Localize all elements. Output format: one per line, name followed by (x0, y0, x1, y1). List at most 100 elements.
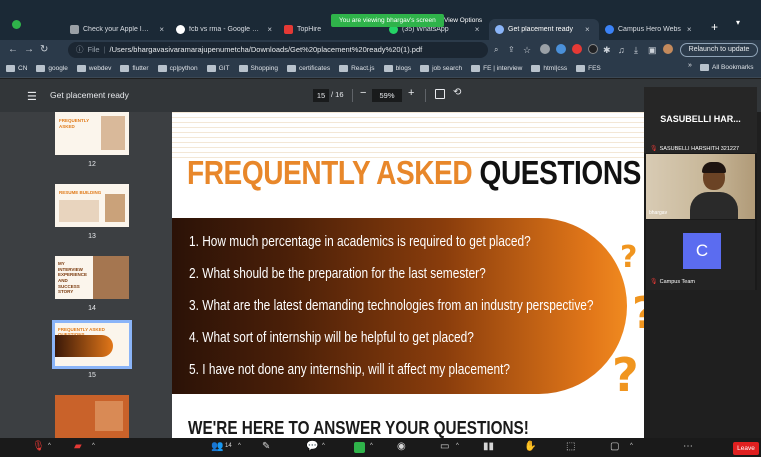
record-icon[interactable]: ◉ (397, 441, 406, 453)
participant-avatar-tile[interactable]: C 🎙 Campus Team (646, 220, 755, 290)
chevron-up-icon[interactable]: ^ (456, 443, 459, 449)
tophire-icon (284, 25, 293, 34)
zoom-in-button[interactable]: + (408, 87, 414, 99)
bookmarks-overflow-button[interactable]: » (688, 62, 692, 69)
question-mark-icon: ? (632, 288, 644, 339)
info-icon[interactable]: ⓘ (76, 45, 84, 54)
extension-icon[interactable] (540, 44, 550, 54)
bookmark-folder[interactable]: FE | interview (471, 65, 522, 72)
zoom-input[interactable]: 59% (372, 89, 402, 102)
media-icon[interactable]: ♫ (618, 43, 625, 57)
extension-icon[interactable] (556, 44, 566, 54)
questions-panel: 1. How much percentage in academics is r… (172, 218, 627, 394)
chat-bubble-icon[interactable]: 💬 (306, 441, 318, 453)
bookmark-folder[interactable]: GIT (206, 65, 230, 72)
bookmark-folder[interactable]: cp|python (157, 65, 198, 72)
puzzle-icon[interactable]: ✱ (603, 43, 611, 57)
chevron-up-icon[interactable]: ^ (322, 443, 325, 449)
bookmark-folder[interactable]: FES (576, 65, 601, 72)
browser-tab[interactable]: TopHire (278, 19, 334, 40)
menu-icon[interactable]: ☰ (27, 90, 37, 103)
participant-video-tile[interactable]: bhargav (646, 154, 755, 219)
browser-tab-active[interactable]: Get placement ready × (489, 19, 599, 40)
page-thumbnail[interactable]: MY INTERVIEW EXPERIENCE AND SUCCESS STOR… (55, 256, 129, 299)
chevron-up-icon[interactable]: ^ (238, 443, 241, 449)
tab-title: TopHire (297, 26, 322, 33)
divider (425, 89, 426, 102)
question-item: 1. How much percentage in academics is r… (189, 234, 531, 250)
bookmark-folder[interactable]: google (36, 65, 68, 72)
bookmark-label: Shopping (250, 65, 278, 72)
bookmark-folder[interactable]: blogs (383, 65, 411, 72)
forward-icon[interactable]: → (24, 43, 34, 57)
extension-icon[interactable] (588, 44, 598, 54)
share-icon[interactable]: ⇪ (508, 43, 515, 57)
chevron-up-icon[interactable]: ^ (48, 443, 51, 449)
apps-icon[interactable]: ⬚ (566, 441, 575, 453)
reload-icon[interactable]: ↻ (40, 43, 48, 57)
bookmark-label: CN (18, 65, 28, 72)
video-person-body (690, 192, 738, 219)
thumbnail-sidebar[interactable]: FREQUENTLY ASKED 12 RESUME BUILDING 13 M… (0, 112, 172, 438)
address-bar[interactable]: ⓘ File |/Users/bhargavasivaramarajupenumet… (68, 42, 488, 58)
chat-icon[interactable]: ✎ (262, 441, 270, 453)
active-speaker-tile[interactable]: SASUBELLI HAR... 🎙 SASUBELLI HARSHITH 321… (644, 87, 757, 153)
back-icon[interactable]: ← (8, 43, 18, 57)
page-thumbnail[interactable]: RESUME BUILDING (55, 184, 129, 227)
leave-button[interactable]: Leave (733, 442, 759, 455)
whiteboard-icon[interactable]: ▢ (610, 441, 619, 453)
rotate-icon[interactable]: ⟲ (453, 87, 461, 98)
reactions-icon[interactable]: ✋ (524, 441, 536, 453)
screen-share-banner: You are viewing bhargav's screen (331, 14, 444, 27)
close-tab-icon[interactable]: × (159, 25, 164, 34)
bookmark-folder[interactable]: webdev (76, 65, 111, 72)
close-tab-icon[interactable]: × (687, 25, 692, 34)
bookmark-folder[interactable]: React.js (339, 65, 375, 72)
page-thumbnail[interactable] (55, 395, 129, 438)
close-tab-icon[interactable]: × (267, 25, 272, 34)
page-total: / 16 (331, 90, 344, 99)
relaunch-button[interactable]: Relaunch to update (680, 43, 758, 57)
zoom-out-button[interactable]: − (360, 87, 366, 99)
extension-icon[interactable] (572, 44, 582, 54)
more-icon[interactable]: ⋯ (683, 441, 693, 453)
all-bookmarks-button[interactable]: All Bookmarks (700, 64, 754, 71)
view-options-button[interactable]: View Options (438, 14, 488, 27)
polls-icon[interactable]: ▮▮ (483, 441, 494, 453)
tab-title: Get placement ready (508, 26, 573, 33)
slide-title-orange: FREQUENTLY ASKED (187, 154, 473, 191)
browser-tab[interactable]: Campus Hero Webs × (599, 19, 707, 40)
chevron-up-icon[interactable]: ^ (370, 443, 373, 449)
bookmark-folder[interactable]: Shopping (238, 65, 278, 72)
bookmark-star-icon[interactable]: ☆ (523, 43, 531, 57)
bookmark-folder[interactable]: flutter (120, 65, 149, 72)
new-tab-button[interactable]: + (711, 20, 718, 34)
share-screen-icon[interactable] (354, 442, 365, 453)
bookmark-folder[interactable]: job search (420, 65, 462, 72)
bookmark-folder[interactable]: certificates (287, 65, 330, 72)
sidepanel-icon[interactable]: ▣ (648, 43, 657, 57)
participants-icon[interactable]: 👥 (211, 441, 223, 453)
stop-video-icon[interactable]: ▰ (74, 441, 82, 453)
bookmark-folder[interactable]: html|css (531, 65, 567, 72)
browser-tab[interactable]: fcb vs rma - Google Sea × (170, 19, 278, 40)
tab-search-icon[interactable]: ▾ (736, 18, 740, 27)
chevron-up-icon[interactable]: ^ (630, 443, 633, 449)
fit-page-icon[interactable] (435, 89, 445, 99)
page-thumbnail[interactable]: FREQUENTLY ASKED (55, 112, 129, 155)
thumbnail-page-number: 13 (88, 233, 96, 240)
captions-icon[interactable]: ▭ (440, 441, 449, 453)
download-icon[interactable]: ⤓ (634, 43, 638, 57)
mute-mic-icon[interactable]: 🎙 (32, 441, 45, 453)
page-number-input[interactable]: 15 (313, 89, 329, 102)
browser-tab[interactable]: Check your Apple ID de × (64, 19, 170, 40)
chevron-up-icon[interactable]: ^ (92, 443, 95, 449)
window-control[interactable] (12, 20, 21, 29)
page-thumbnail-selected[interactable]: FREQUENTLY ASKED QUESTIONS (52, 320, 132, 369)
close-tab-icon[interactable]: × (585, 25, 590, 34)
bookmark-folder[interactable]: CN (6, 65, 27, 72)
avatar-name-label: 🎙 Campus Team (650, 278, 695, 285)
zoom-icon[interactable]: ⌕ (494, 43, 498, 57)
profile-avatar[interactable] (663, 44, 673, 54)
question-mark-icon: ? (620, 240, 638, 275)
